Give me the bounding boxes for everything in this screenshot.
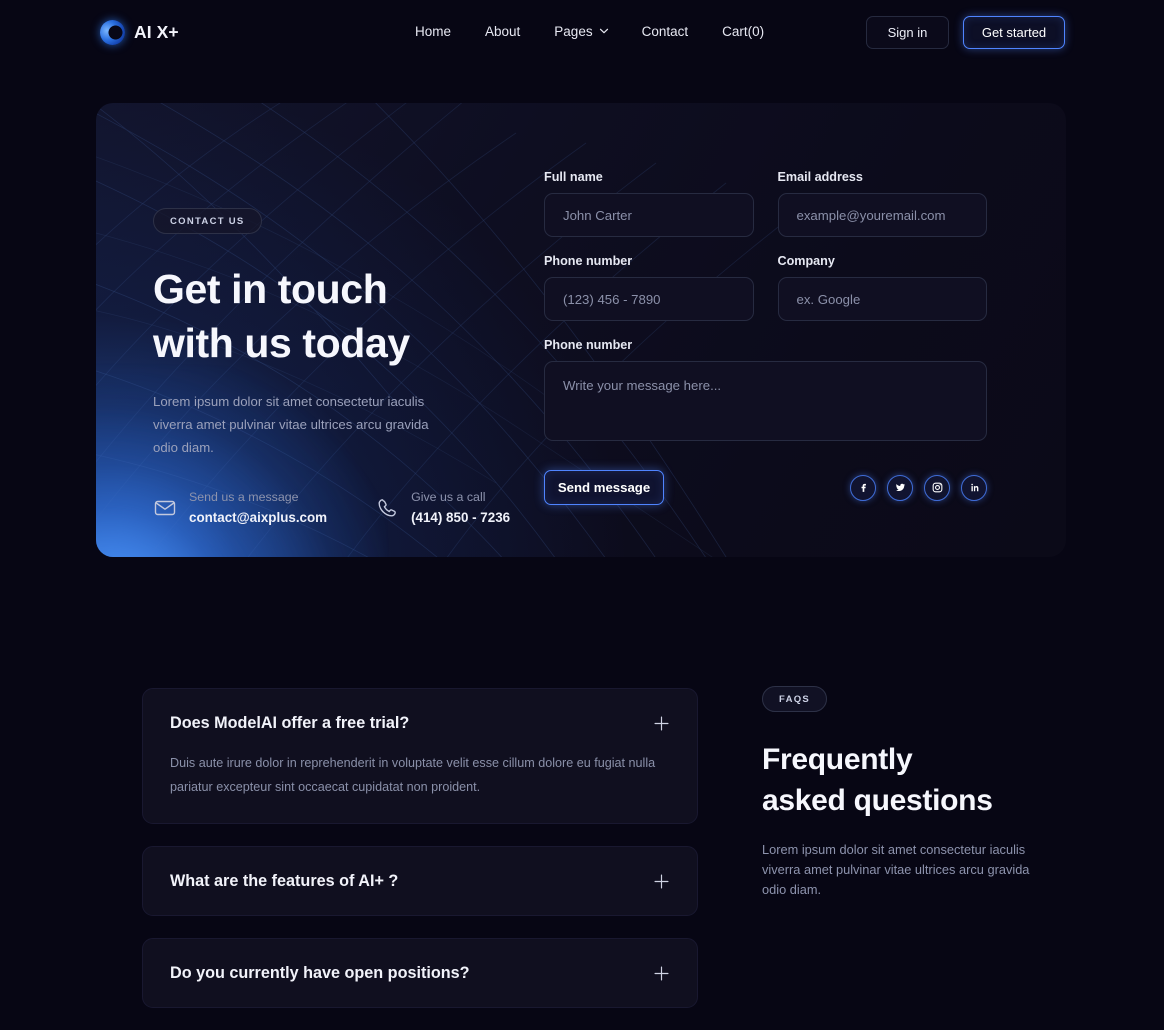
brand-logo[interactable]: AI X+ bbox=[100, 20, 179, 45]
twitter-icon[interactable] bbox=[887, 474, 913, 501]
nav-item-home[interactable]: Home bbox=[415, 24, 468, 39]
faq-title-line1: Frequently bbox=[762, 743, 913, 776]
plus-icon[interactable] bbox=[653, 965, 670, 982]
faq-question: Does ModelAI offer a free trial? bbox=[170, 713, 410, 732]
nav-item-contact[interactable]: Contact bbox=[625, 24, 706, 39]
brand-name: AI X+ bbox=[134, 22, 179, 42]
nav-label: About bbox=[485, 24, 521, 39]
field-phone: Phone number bbox=[544, 254, 754, 321]
faq-item[interactable]: What are the features of AI+ ? bbox=[142, 846, 698, 916]
faq-title-line2: asked questions bbox=[762, 784, 993, 817]
faq-badge: FAQS bbox=[762, 686, 828, 712]
phone-input[interactable] bbox=[544, 277, 754, 321]
faq-question: Do you currently have open positions? bbox=[170, 963, 470, 982]
get-started-button[interactable]: Get started bbox=[963, 16, 1065, 49]
plus-icon[interactable] bbox=[653, 715, 670, 732]
contact-methods: Send us a message contact@aixplus.com Gi… bbox=[153, 489, 533, 525]
contact-badge: CONTACT US bbox=[153, 208, 262, 234]
linkedin-icon[interactable] bbox=[961, 474, 987, 501]
faq-question-row[interactable]: Do you currently have open positions? bbox=[170, 939, 670, 1007]
nav-label: Pages bbox=[554, 24, 593, 39]
contact-description: Lorem ipsum dolor sit amet consectetur i… bbox=[153, 394, 429, 455]
message-input[interactable] bbox=[544, 361, 987, 441]
contact-phone-label: Give us a call bbox=[411, 490, 486, 504]
form-row-2: Phone number Company bbox=[544, 254, 987, 321]
field-email: Email address bbox=[777, 170, 987, 237]
faq-answer: Duis aute irure dolor in reprehenderit i… bbox=[170, 756, 656, 794]
contact-form: Full name Email address Phone number Com… bbox=[544, 170, 987, 505]
nav-label: Home bbox=[415, 24, 452, 39]
full-name-input[interactable] bbox=[544, 193, 754, 237]
nav-item-pages[interactable]: Pages bbox=[537, 24, 624, 39]
faq-accordion: Does ModelAI offer a free trial? Duis au… bbox=[142, 688, 698, 1030]
nav-label: Contact bbox=[641, 24, 689, 39]
field-company: Company bbox=[777, 254, 987, 321]
company-label: Company bbox=[777, 254, 835, 268]
faq-question-row[interactable]: What are the features of AI+ ? bbox=[170, 847, 670, 915]
main-navigation: Home About Pages Contact Cart(0) bbox=[415, 24, 781, 39]
nav-label: Cart(0) bbox=[722, 24, 765, 39]
contact-email-value: contact@aixplus.com bbox=[189, 510, 328, 525]
faq-item[interactable]: Do you currently have open positions? bbox=[142, 938, 698, 1008]
faq-question: What are the features of AI+ ? bbox=[170, 871, 399, 890]
contact-email-row[interactable]: Send us a message contact@aixplus.com bbox=[153, 489, 327, 525]
contact-card: CONTACT US Get in touch with us today Lo… bbox=[96, 103, 1066, 557]
nav-item-cart[interactable]: Cart(0) bbox=[705, 24, 781, 39]
facebook-icon[interactable] bbox=[850, 474, 876, 501]
phone-icon bbox=[375, 496, 399, 520]
site-header: AI X+ Home About Pages Contact Cart(0) S… bbox=[0, 0, 1164, 66]
contact-phone-row[interactable]: Give us a call (414) 850 - 7236 bbox=[375, 489, 510, 525]
contact-title-line1: Get in touch bbox=[153, 266, 388, 312]
form-row-3: Phone number bbox=[544, 338, 987, 446]
contact-title: Get in touch with us today bbox=[153, 262, 533, 370]
faq-question-row[interactable]: Does ModelAI offer a free trial? bbox=[170, 689, 670, 757]
header-actions: Sign in Get started bbox=[866, 16, 1065, 49]
phone-label: Phone number bbox=[544, 254, 633, 268]
contact-title-line2: with us today bbox=[153, 320, 410, 366]
form-row-1: Full name Email address bbox=[544, 170, 987, 237]
form-footer: Send message bbox=[544, 470, 987, 505]
envelope-icon bbox=[153, 496, 177, 520]
field-message: Phone number bbox=[544, 338, 987, 446]
faq-item[interactable]: Does ModelAI offer a free trial? Duis au… bbox=[142, 688, 698, 824]
ring-logo-icon bbox=[100, 20, 125, 45]
chevron-down-icon bbox=[599, 26, 608, 35]
contact-email-label: Send us a message bbox=[189, 490, 299, 504]
social-links bbox=[850, 474, 987, 501]
instagram-icon[interactable] bbox=[924, 474, 950, 501]
contact-phone-value: (414) 850 - 7236 bbox=[411, 510, 511, 525]
email-input[interactable] bbox=[777, 193, 987, 237]
message-label: Phone number bbox=[544, 338, 633, 352]
faq-title: Frequently asked questions bbox=[762, 739, 1032, 821]
send-message-button[interactable]: Send message bbox=[544, 470, 664, 505]
faq-description: Lorem ipsum dolor sit amet consectetur i… bbox=[762, 842, 1030, 897]
email-label: Email address bbox=[777, 170, 863, 184]
plus-icon[interactable] bbox=[653, 873, 670, 890]
full-name-label: Full name bbox=[544, 170, 603, 184]
nav-item-about[interactable]: About bbox=[468, 24, 537, 39]
faq-intro: FAQS Frequently asked questions Lorem ip… bbox=[762, 686, 1032, 900]
company-input[interactable] bbox=[777, 277, 987, 321]
sign-in-button[interactable]: Sign in bbox=[866, 16, 949, 49]
field-full-name: Full name bbox=[544, 170, 754, 237]
contact-intro: CONTACT US Get in touch with us today Lo… bbox=[153, 208, 533, 525]
